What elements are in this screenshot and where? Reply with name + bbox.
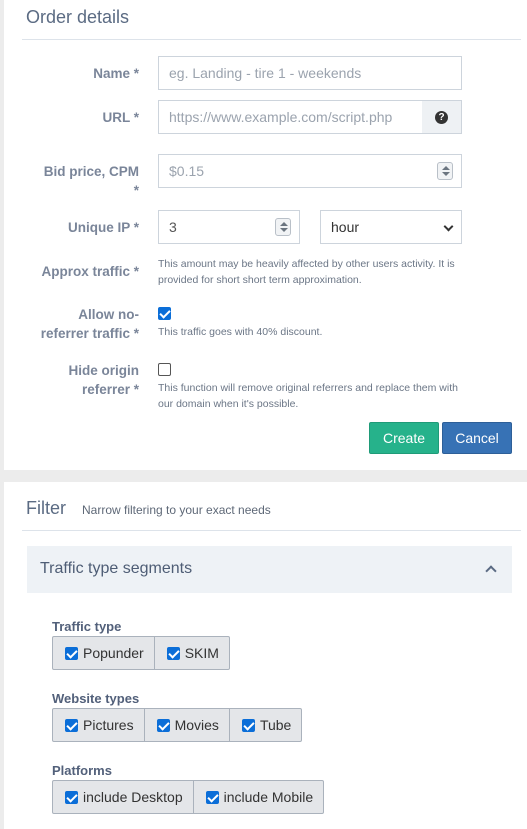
option-label: Movies	[174, 717, 219, 733]
unique-ip-value: 3	[169, 219, 177, 235]
option-pictures[interactable]: Pictures	[53, 709, 145, 741]
option-include-desktop[interactable]: include Desktop	[53, 781, 194, 813]
website-types-options: Pictures Movies Tube	[52, 708, 303, 742]
tube-checkbox[interactable]	[241, 719, 255, 732]
unique-ip-input[interactable]: 3	[158, 210, 300, 244]
approx-traffic-help: This amount may be heavily affected by o…	[158, 258, 455, 286]
approx-traffic-label: Approx traffic *	[41, 264, 139, 279]
url-label: URL *	[102, 110, 139, 125]
chevron-down-icon	[443, 221, 454, 232]
order-divider	[22, 39, 521, 40]
url-input[interactable]: https://www.example.com/script.php	[158, 100, 423, 134]
option-popunder[interactable]: Popunder	[53, 637, 155, 669]
option-label: SKIM	[184, 645, 219, 661]
option-movies[interactable]: Movies	[145, 709, 230, 741]
name-input[interactable]: eg. Landing - tire 1 - weekends	[158, 56, 462, 90]
unique-ip-label: Unique IP *	[67, 220, 139, 235]
include-mobile-checkbox[interactable]	[205, 791, 219, 804]
traffic-type-segments-accordion[interactable]: Traffic type segments	[27, 546, 512, 593]
option-label: Pictures	[83, 717, 134, 733]
hide-origin-label: Hide origin referrer *	[69, 361, 140, 399]
allow-noreferrer-label-line1: Allow no-	[78, 307, 139, 322]
hide-origin-label-line1: Hide origin	[68, 363, 140, 378]
create-button[interactable]: Create	[369, 422, 439, 454]
traffic-type-options: Popunder SKIM	[52, 636, 230, 670]
allow-noreferrer-label: Allow no- referrer traffic *	[41, 305, 139, 343]
hide-origin-label-line2: referrer *	[81, 382, 139, 397]
movies-checkbox[interactable]	[156, 719, 170, 732]
bid-price-placeholder: $0.15	[169, 163, 205, 179]
bid-price-input[interactable]: $0.15	[158, 154, 462, 188]
filter-subtitle: Narrow filtering to your exact needs	[82, 503, 271, 517]
popunder-checkbox[interactable]	[65, 647, 78, 660]
skim-checkbox[interactable]	[166, 647, 180, 660]
bid-price-label-line2: *	[133, 183, 139, 198]
option-tube[interactable]: Tube	[230, 709, 301, 741]
allow-noreferrer-checkbox[interactable]	[158, 307, 171, 320]
unique-ip-spinner[interactable]	[275, 218, 291, 236]
url-help-button[interactable]: ?	[422, 100, 462, 134]
chevron-up-icon[interactable]	[485, 565, 497, 577]
name-label: Name *	[93, 66, 139, 81]
include-desktop-checkbox[interactable]	[65, 791, 78, 804]
option-label: Tube	[259, 717, 292, 733]
website-types-label: Website types	[52, 691, 140, 706]
option-skim[interactable]: SKIM	[155, 637, 229, 669]
order-details-title: Order details	[26, 7, 130, 27]
traffic-type-label: Traffic type	[52, 619, 122, 634]
accordion-title: Traffic type segments	[40, 560, 193, 577]
hide-origin-help: This function will remove original refer…	[158, 382, 458, 410]
bid-price-label-line1: Bid price, CPM	[43, 164, 139, 179]
unique-ip-period-value: hour	[331, 219, 360, 235]
filter-divider	[22, 530, 521, 531]
unique-ip-period-select[interactable]: hour	[320, 210, 462, 244]
bid-price-label: Bid price, CPM *	[44, 162, 139, 200]
filter-card: Filter Narrow filtering to your exact ne…	[4, 482, 527, 829]
filter-title: Filter	[26, 498, 66, 518]
cancel-button[interactable]: Cancel	[442, 422, 512, 454]
platforms-label: Platforms	[52, 763, 112, 778]
hide-origin-checkbox[interactable]	[158, 363, 171, 376]
option-label: include Desktop	[83, 789, 183, 805]
pictures-checkbox[interactable]	[65, 719, 78, 732]
option-label: include Mobile	[223, 789, 314, 805]
allow-noreferrer-label-line2: referrer traffic *	[40, 326, 139, 341]
bid-price-spinner[interactable]	[437, 162, 453, 180]
option-label: Popunder	[83, 645, 144, 661]
order-details-card: Order details Name * eg. Landing - tire …	[4, 0, 527, 470]
platforms-options: include Desktop include Mobile	[52, 780, 325, 814]
allow-noreferrer-help: This traffic goes with 40% discount.	[158, 326, 323, 338]
option-include-mobile[interactable]: include Mobile	[194, 781, 324, 813]
question-circle-icon: ?	[435, 111, 448, 124]
